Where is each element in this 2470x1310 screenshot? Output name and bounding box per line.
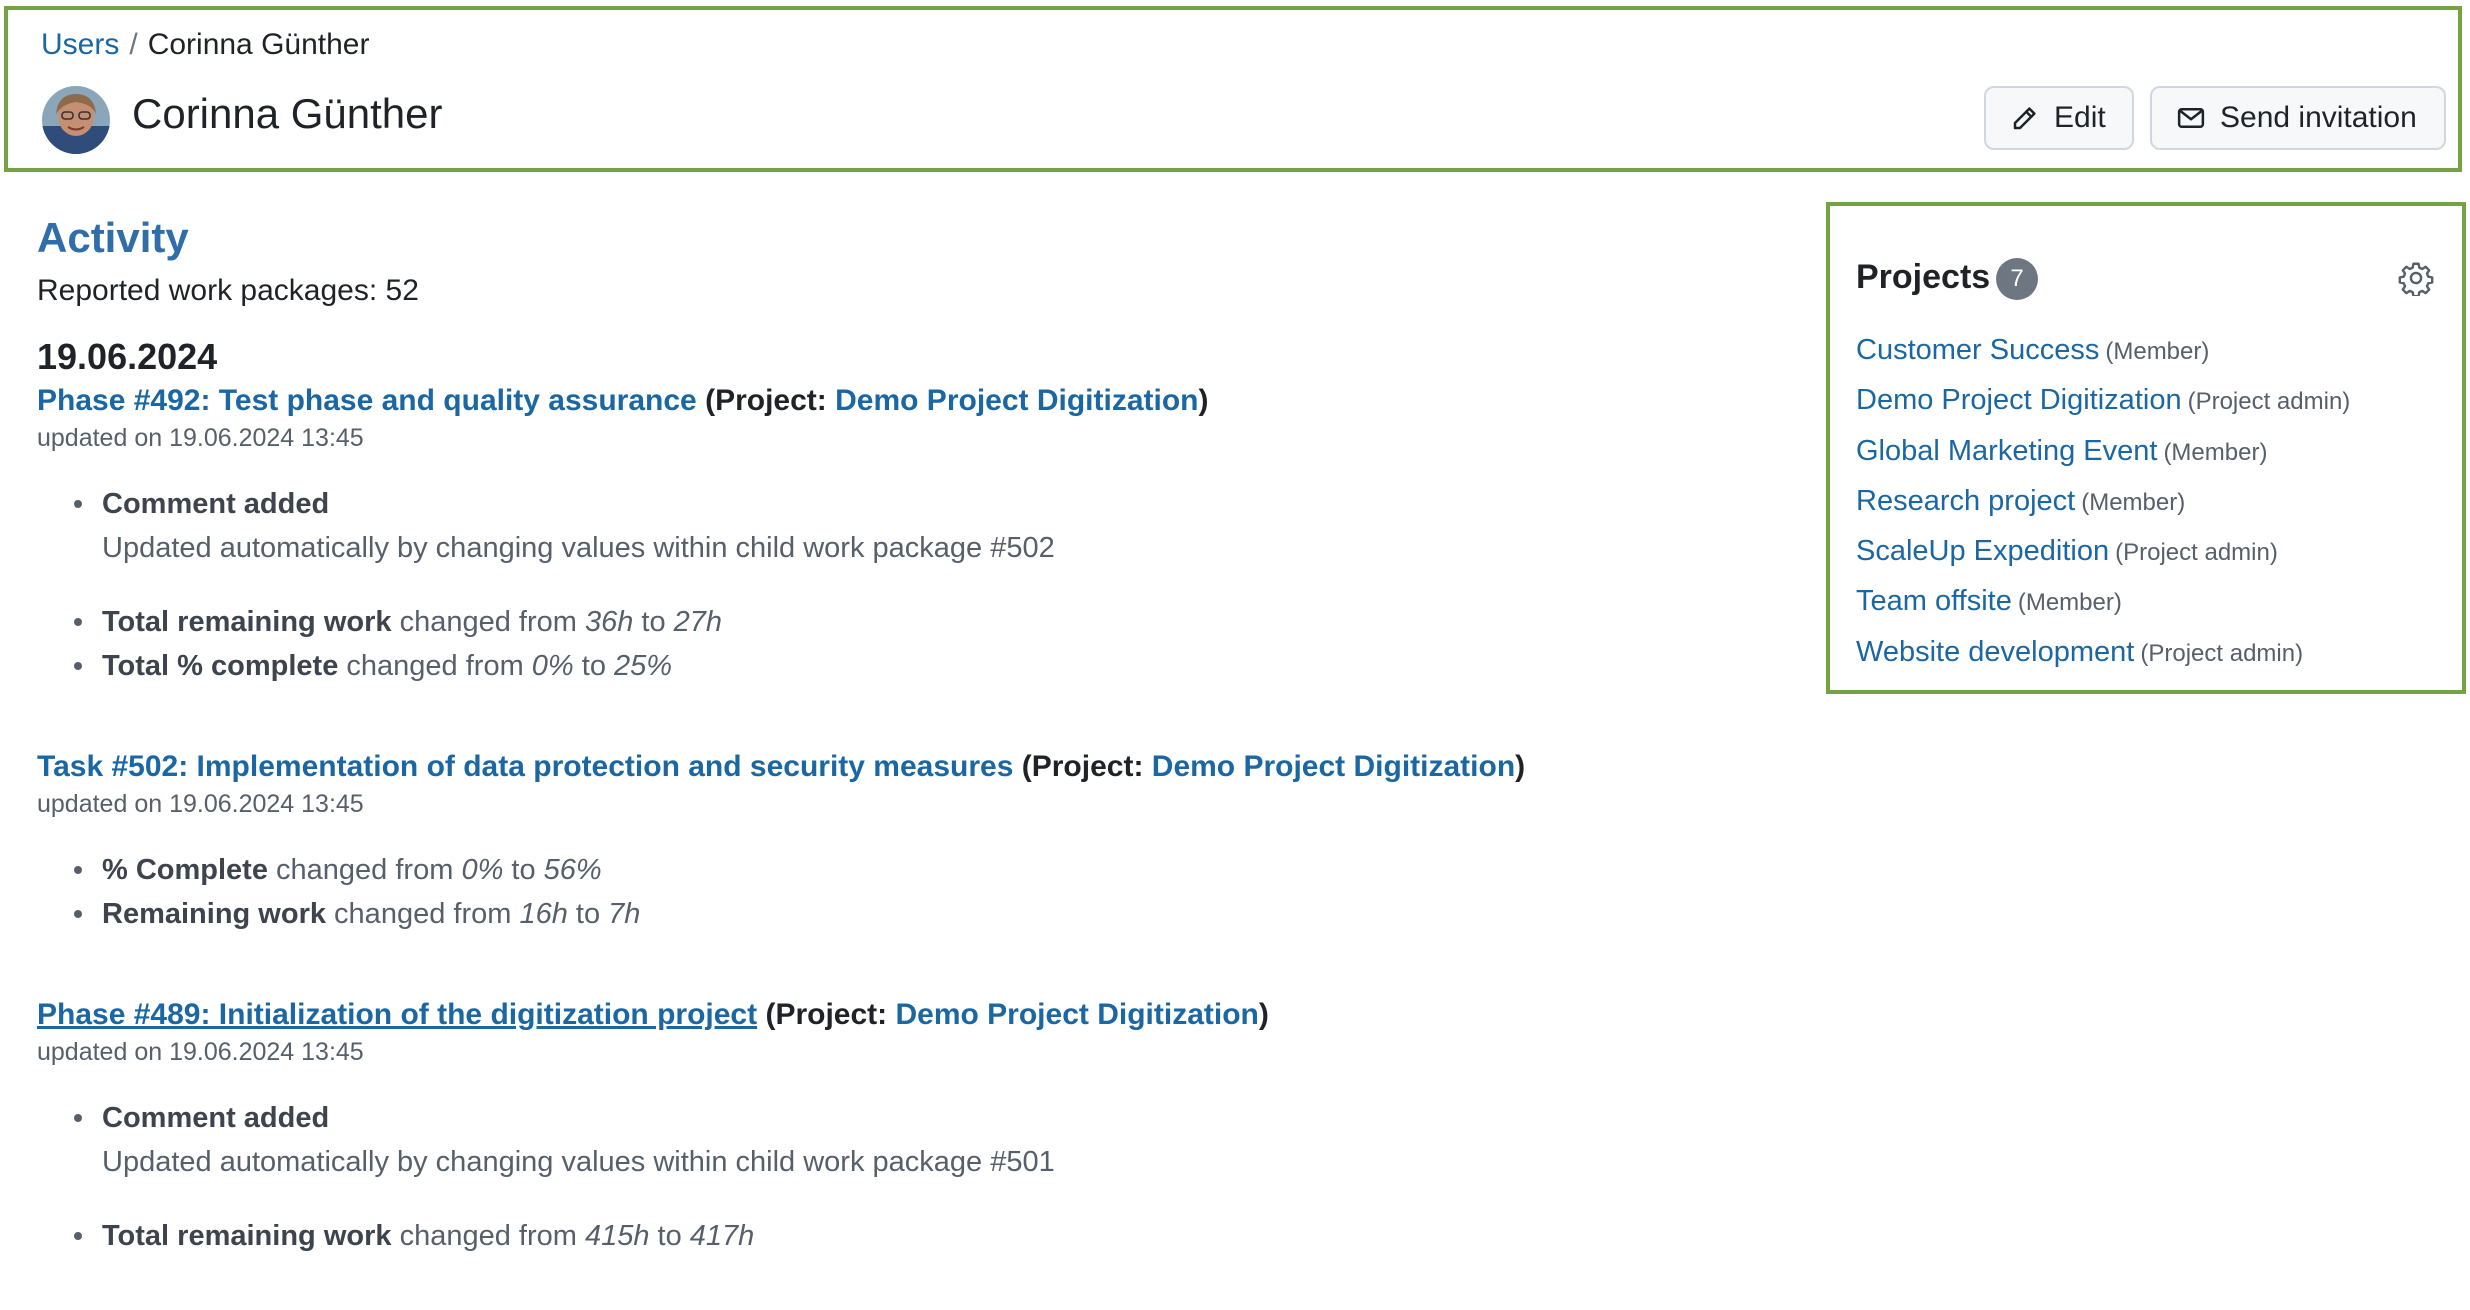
list-item: Comment added Updated automatically by c… xyxy=(72,1096,1055,1184)
change-text: changed from xyxy=(338,650,532,682)
project-link[interactable]: Demo Project Digitization xyxy=(835,384,1198,417)
breadcrumb: Users / Corinna Günther xyxy=(41,28,369,62)
project-item: Demo Project Digitization (Project admin) xyxy=(1856,384,2350,434)
project-role: (Project admin) xyxy=(2140,639,2304,667)
change-label: Total % complete xyxy=(102,650,339,682)
work-package-link[interactable]: Phase #492: Test phase and quality assur… xyxy=(37,384,697,417)
project-prefix: (Project: xyxy=(705,384,836,417)
project-link[interactable]: Research project xyxy=(1856,485,2075,517)
change-list: Comment added Updated automatically by c… xyxy=(72,482,1055,688)
projects-heading: Projects xyxy=(1856,258,1991,296)
project-item: Global Marketing Event (Member) xyxy=(1856,435,2350,485)
project-prefix: (Project: xyxy=(1021,750,1152,783)
avatar xyxy=(42,86,110,154)
breadcrumb-separator: / xyxy=(129,28,138,61)
change-label: Comment added xyxy=(102,1102,330,1134)
activity-entry-title: Phase #489: Initialization of the digiti… xyxy=(37,998,1269,1032)
change-text: changed from xyxy=(326,898,520,930)
project-link[interactable]: Global Marketing Event xyxy=(1856,435,2157,467)
project-item: Website development (Project admin) xyxy=(1856,636,2350,686)
change-from: 16h xyxy=(519,898,568,930)
send-invitation-button[interactable]: Send invitation xyxy=(2150,86,2446,150)
edit-button[interactable]: Edit xyxy=(1984,86,2134,150)
change-text: changed from xyxy=(391,606,585,638)
activity-date: 19.06.2024 xyxy=(37,336,218,377)
change-list: % Complete changed from 0% to 56% Remain… xyxy=(72,848,640,936)
project-role: (Project admin) xyxy=(2187,388,2351,416)
change-text: to xyxy=(503,854,544,886)
project-item: ScaleUp Expedition (Project admin) xyxy=(1856,535,2350,585)
projects-count-badge: 7 xyxy=(1996,258,2038,300)
work-package-link[interactable]: Phase #489: Initialization of the digiti… xyxy=(37,998,757,1031)
change-text: to xyxy=(567,898,609,930)
projects-list: Customer Success (Member) Demo Project Di… xyxy=(1856,334,2350,686)
change-to: 7h xyxy=(608,898,641,930)
change-from: 0% xyxy=(461,854,504,886)
project-link[interactable]: ScaleUp Expedition xyxy=(1856,535,2109,567)
project-role: (Member) xyxy=(2081,488,2186,516)
updated-timestamp: updated on 19.06.2024 13:45 xyxy=(37,424,364,452)
change-text: to xyxy=(573,650,615,682)
change-text: to xyxy=(633,606,674,638)
breadcrumb-current: Corinna Günther xyxy=(147,28,370,61)
project-suffix: ) xyxy=(1515,750,1526,783)
project-item: Team offsite (Member) xyxy=(1856,585,2350,635)
change-list: Comment added Updated automatically by c… xyxy=(72,1096,1055,1258)
work-package-link[interactable]: Task #502: Implementation of data protec… xyxy=(37,750,1013,783)
reported-work-packages: Reported work packages: 52 xyxy=(37,274,419,307)
send-invitation-label: Send invitation xyxy=(2220,101,2417,134)
project-role: (Member) xyxy=(2017,589,2122,617)
change-to: 417h xyxy=(689,1220,755,1252)
project-link[interactable]: Website development xyxy=(1856,636,2134,668)
change-from: 0% xyxy=(531,650,574,682)
change-label: % Complete xyxy=(102,854,268,886)
updated-timestamp: updated on 19.06.2024 13:45 xyxy=(37,790,364,818)
list-item: Total remaining work changed from 36h to… xyxy=(72,600,1055,644)
project-item: Research project (Member) xyxy=(1856,485,2350,535)
list-item: Comment added Updated automatically by c… xyxy=(72,482,1055,570)
projects-panel: Projects 7 Customer Success (Member) Demo… xyxy=(1826,202,2466,694)
list-item: Remaining work changed from 16h to 7h xyxy=(72,892,640,936)
comment-text: Updated automatically by changing values… xyxy=(102,1146,1055,1178)
activity-heading: Activity xyxy=(37,214,189,261)
project-link[interactable]: Demo Project Digitization xyxy=(1152,750,1515,783)
pencil-icon xyxy=(2013,107,2036,130)
change-to: 27h xyxy=(673,606,723,638)
project-link[interactable]: Team offsite xyxy=(1856,585,2012,617)
project-role: (Project admin) xyxy=(2115,539,2278,567)
envelope-icon xyxy=(2177,108,2205,128)
list-item: % Complete changed from 0% to 56% xyxy=(72,848,640,892)
change-label: Remaining work xyxy=(102,898,326,930)
updated-timestamp: updated on 19.06.2024 13:45 xyxy=(37,1038,364,1066)
change-to: 56% xyxy=(543,854,602,886)
project-item: Customer Success (Member) xyxy=(1856,334,2350,384)
project-link[interactable]: Demo Project Digitization xyxy=(895,998,1258,1031)
edit-button-label: Edit xyxy=(2054,101,2106,134)
change-label: Total remaining work xyxy=(102,1220,392,1252)
change-text: changed from xyxy=(391,1220,585,1252)
change-text: to xyxy=(649,1220,690,1252)
project-suffix: ) xyxy=(1258,998,1269,1031)
change-to: 25% xyxy=(614,650,673,682)
project-role: (Member) xyxy=(2105,338,2210,365)
user-header: Users / Corinna Günther Corinna Günther Ed… xyxy=(4,6,2462,172)
comment-text: Updated automatically by changing values… xyxy=(102,532,1055,564)
activity-entry-title: Task #502: Implementation of data protec… xyxy=(37,750,1525,784)
activity-entry-title: Phase #492: Test phase and quality assur… xyxy=(37,384,1209,418)
project-suffix: ) xyxy=(1198,384,1209,417)
list-item: Total remaining work changed from 415h t… xyxy=(72,1214,1055,1258)
project-prefix: (Project: xyxy=(765,998,896,1031)
project-role: (Member) xyxy=(2163,438,2268,466)
change-from: 36h xyxy=(584,606,634,638)
page-title: Corinna Günther xyxy=(132,90,443,137)
project-link[interactable]: Demo Project Digitization xyxy=(1856,384,2182,416)
change-from: 415h xyxy=(584,1220,650,1252)
project-link[interactable]: Customer Success xyxy=(1856,334,2099,366)
change-label: Comment added xyxy=(102,488,330,520)
list-item: Total % complete changed from 0% to 25% xyxy=(72,644,1055,688)
breadcrumb-users-link[interactable]: Users xyxy=(41,28,119,61)
change-label: Total remaining work xyxy=(102,606,392,638)
change-text: changed from xyxy=(267,854,462,886)
gear-icon[interactable] xyxy=(2398,260,2434,296)
